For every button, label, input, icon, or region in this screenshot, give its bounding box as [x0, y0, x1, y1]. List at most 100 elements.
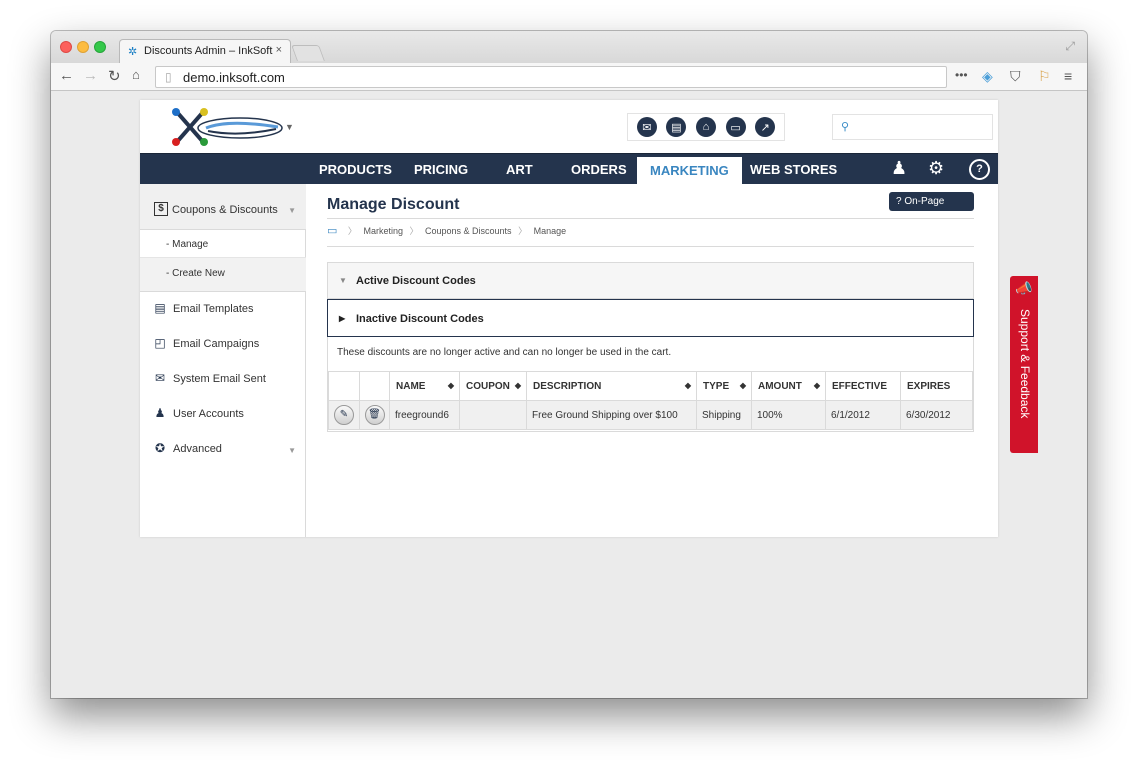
support-feedback-tab[interactable]: 📣 Support & Feedback	[1010, 276, 1038, 453]
active-codes-header[interactable]: ▼ Active Discount Codes	[328, 263, 973, 299]
table-header-row: NAME ◆ COUPON ◆ DESCRIPTION ◆ TYPE ◆ AMO…	[328, 371, 973, 401]
user-icon[interactable]: ♟	[891, 158, 907, 179]
column-header-name[interactable]: NAME ◆	[389, 371, 460, 401]
column-header-amount[interactable]: AMOUNT ◆	[751, 371, 826, 401]
sidebar-item-label: System Email Sent	[173, 373, 266, 385]
nav-marketing[interactable]: MARKETING	[637, 154, 742, 185]
nav-orders[interactable]: ORDERS	[558, 154, 640, 185]
sidebar-item-create-new[interactable]: - Create New	[140, 257, 306, 292]
sidebar-item-user-accounts[interactable]: ♟ User Accounts	[140, 399, 306, 429]
column-header-effective[interactable]: EFFECTIVE	[825, 371, 901, 401]
delete-cell: 🗑	[359, 400, 390, 430]
sidebar-item-advanced[interactable]: ✪ Advanced ▼	[140, 434, 306, 464]
extension-icon[interactable]: ◈	[982, 68, 993, 85]
sort-icon[interactable]: ◆	[515, 381, 521, 390]
discounts-table: NAME ◆ COUPON ◆ DESCRIPTION ◆ TYPE ◆ AMO…	[328, 371, 973, 430]
more-dots-icon[interactable]: •••	[955, 68, 968, 82]
sort-icon[interactable]: ◆	[448, 381, 454, 390]
delete-column-header	[359, 371, 390, 401]
main-nav: PRODUCTS PRICING ART ORDERS MARKETING WE…	[140, 153, 998, 185]
sidebar-item-label: Advanced	[173, 443, 222, 455]
reload-icon[interactable]: ↻	[108, 67, 121, 85]
breadcrumb-separator: 〉	[409, 226, 419, 236]
sidebar-item-email-templates[interactable]: ▤ Email Templates	[140, 294, 306, 324]
search-input[interactable]: ⚲	[832, 114, 993, 140]
search-icon: ⚲	[841, 121, 850, 133]
trash-icon[interactable]: 🗑	[364, 405, 385, 425]
sidebar-item-email-campaigns[interactable]: ◰ Email Campaigns	[140, 329, 306, 359]
divider	[327, 218, 974, 219]
sidebar-item-manage[interactable]: - Manage	[140, 230, 306, 258]
app-header: ▼ ✉ ▤ ⌂ ▭ ↗ ⚲	[140, 100, 998, 153]
browser-tab[interactable]: ✲ Discounts Admin – InkSoft ×	[119, 39, 291, 63]
users-icon: ♟	[154, 406, 166, 420]
edit-cell: ✎	[328, 400, 360, 430]
chevron-down-icon: ▼	[288, 446, 296, 455]
zoom-window-button[interactable]	[94, 41, 106, 53]
help-icon[interactable]: ?	[969, 159, 990, 180]
fullscreen-icon[interactable]: ⤢	[1065, 39, 1075, 54]
pocket-icon[interactable]: ⛉	[1010, 68, 1021, 85]
nav-web-stores[interactable]: WEB STORES	[737, 154, 850, 185]
mail-icon[interactable]: ✉	[636, 117, 657, 137]
back-icon[interactable]: ←	[59, 67, 74, 84]
column-header-type[interactable]: TYPE ◆	[696, 371, 752, 401]
menu-icon[interactable]: ≡	[1064, 68, 1072, 84]
sidebar-item-system-email-sent[interactable]: ✉ System Email Sent	[140, 364, 306, 394]
sidebar-section-coupons[interactable]: $ Coupons & Discounts ▼	[140, 184, 306, 230]
home-icon[interactable]: ⌂	[695, 117, 716, 137]
nav-products[interactable]: PRODUCTS	[306, 154, 405, 185]
column-header-coupon[interactable]: COUPON ◆	[459, 371, 527, 401]
bookmark-flag-icon[interactable]: ⚐	[1038, 68, 1051, 85]
chart-icon[interactable]: ↗	[755, 117, 776, 137]
page-icon: ▯	[165, 70, 172, 84]
edit-pencil-icon[interactable]: ✎	[334, 405, 354, 425]
inactive-codes-header[interactable]: ▶ Inactive Discount Codes	[327, 299, 974, 337]
nav-pricing[interactable]: PRICING	[401, 154, 481, 185]
cell-expires: 6/30/2012	[900, 400, 973, 430]
close-window-button[interactable]	[60, 41, 72, 53]
megaphone-icon: 📣	[1015, 280, 1033, 296]
inksoft-app: ▼ ✉ ▤ ⌂ ▭ ↗ ⚲ PRODUCTS PRICING ART ORDER…	[140, 100, 998, 537]
sort-icon[interactable]: ◆	[740, 381, 746, 390]
chevron-right-icon: ▶	[339, 314, 346, 323]
breadcrumb-marketing[interactable]: Marketing	[363, 226, 403, 236]
support-feedback-label: Support & Feedback	[1018, 309, 1032, 419]
breadcrumb-coupons[interactable]: Coupons & Discounts	[425, 226, 512, 236]
on-page-help-button[interactable]: ? On-Page Help	[889, 192, 974, 226]
forward-icon[interactable]: →	[83, 67, 98, 84]
title-bar: ✲ Discounts Admin – InkSoft × ⤢	[51, 31, 1087, 63]
envelope-icon: ✉	[154, 371, 166, 385]
nav-art[interactable]: ART	[493, 154, 546, 185]
page-viewport: ▼ ✉ ▤ ⌂ ▭ ↗ ⚲ PRODUCTS PRICING ART ORDER…	[51, 92, 1087, 698]
cell-effective: 6/1/2012	[825, 400, 901, 430]
inksoft-logo[interactable]	[168, 107, 288, 147]
tab-close-icon[interactable]: ×	[276, 44, 282, 56]
url-text: demo.inksoft.com	[183, 70, 285, 85]
gear-icon[interactable]: ⚙	[928, 158, 944, 179]
monitor-icon[interactable]: ▭	[725, 117, 746, 137]
new-tab-button[interactable]	[291, 45, 325, 61]
cell-coupon	[459, 400, 527, 430]
chevron-down-icon: ▼	[288, 206, 296, 215]
browser-window: ✲ Discounts Admin – InkSoft × ⤢ ← → ↻ ⌂ …	[51, 31, 1087, 698]
monitor-icon[interactable]: ▭	[327, 225, 337, 237]
minimize-window-button[interactable]	[77, 41, 89, 53]
breadcrumb: ▭ 〉 Marketing 〉 Coupons & Discounts 〉 Ma…	[327, 224, 566, 237]
clipboard-icon[interactable]: ▤	[666, 117, 687, 137]
sidebar-item-label: Email Campaigns	[173, 338, 260, 350]
address-bar[interactable]: ▯ demo.inksoft.com	[155, 66, 947, 88]
sort-icon[interactable]: ◆	[685, 381, 691, 390]
breadcrumb-manage: Manage	[533, 226, 567, 236]
favicon-icon: ✲	[128, 46, 138, 58]
column-header-expires[interactable]: EXPIRES	[900, 371, 973, 401]
sort-icon[interactable]: ◆	[814, 381, 820, 390]
column-header-description[interactable]: DESCRIPTION ◆	[526, 371, 697, 401]
inactive-note: These discounts are no longer active and…	[337, 347, 672, 358]
logo-dropdown-icon[interactable]: ▼	[285, 122, 294, 132]
newspaper-icon: ▤	[154, 301, 166, 315]
discount-panel: ▼ Active Discount Codes ▶ Inactive Disco…	[327, 262, 974, 432]
home-icon[interactable]: ⌂	[132, 67, 140, 82]
sidebar-item-label: Email Templates	[173, 303, 254, 315]
sidebar-section-label: Coupons & Discounts	[172, 204, 278, 216]
